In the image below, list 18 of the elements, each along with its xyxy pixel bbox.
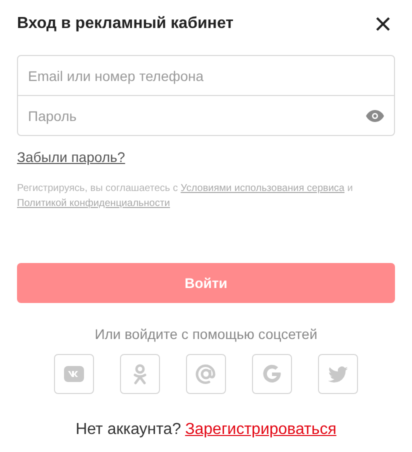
password-field[interactable]: Пароль [28,108,366,124]
social-login-button[interactable] [120,354,160,394]
social-login-button[interactable] [318,354,358,394]
no-account-text: Нет аккаунта? [76,421,182,439]
privacy-link[interactable]: Политикой конфиденциальности [17,198,170,209]
terms-link[interactable]: Условиями использования сервиса [180,183,344,194]
social-login-button[interactable] [186,354,226,394]
eye-icon[interactable] [366,110,384,122]
terms-text: Регистрируясь, вы соглашаетесь с Условиями использования сервиса и Политикой конфиденциальности [17,182,354,211]
dialog-title: Вход в рекламный кабинет [17,15,234,33]
social-login-button[interactable] [54,354,94,394]
login-field[interactable]: Email или номер телефона [28,68,384,84]
at-sign-icon [194,362,218,386]
close-icon[interactable] [375,16,391,32]
social-caption: Или войдите с помощью соцсетей [94,326,318,342]
signup-link[interactable]: Зарегистрироваться [185,421,336,439]
forgot-password-link[interactable]: Забыли пароль? [17,149,126,165]
social-login-button[interactable] [252,354,292,394]
